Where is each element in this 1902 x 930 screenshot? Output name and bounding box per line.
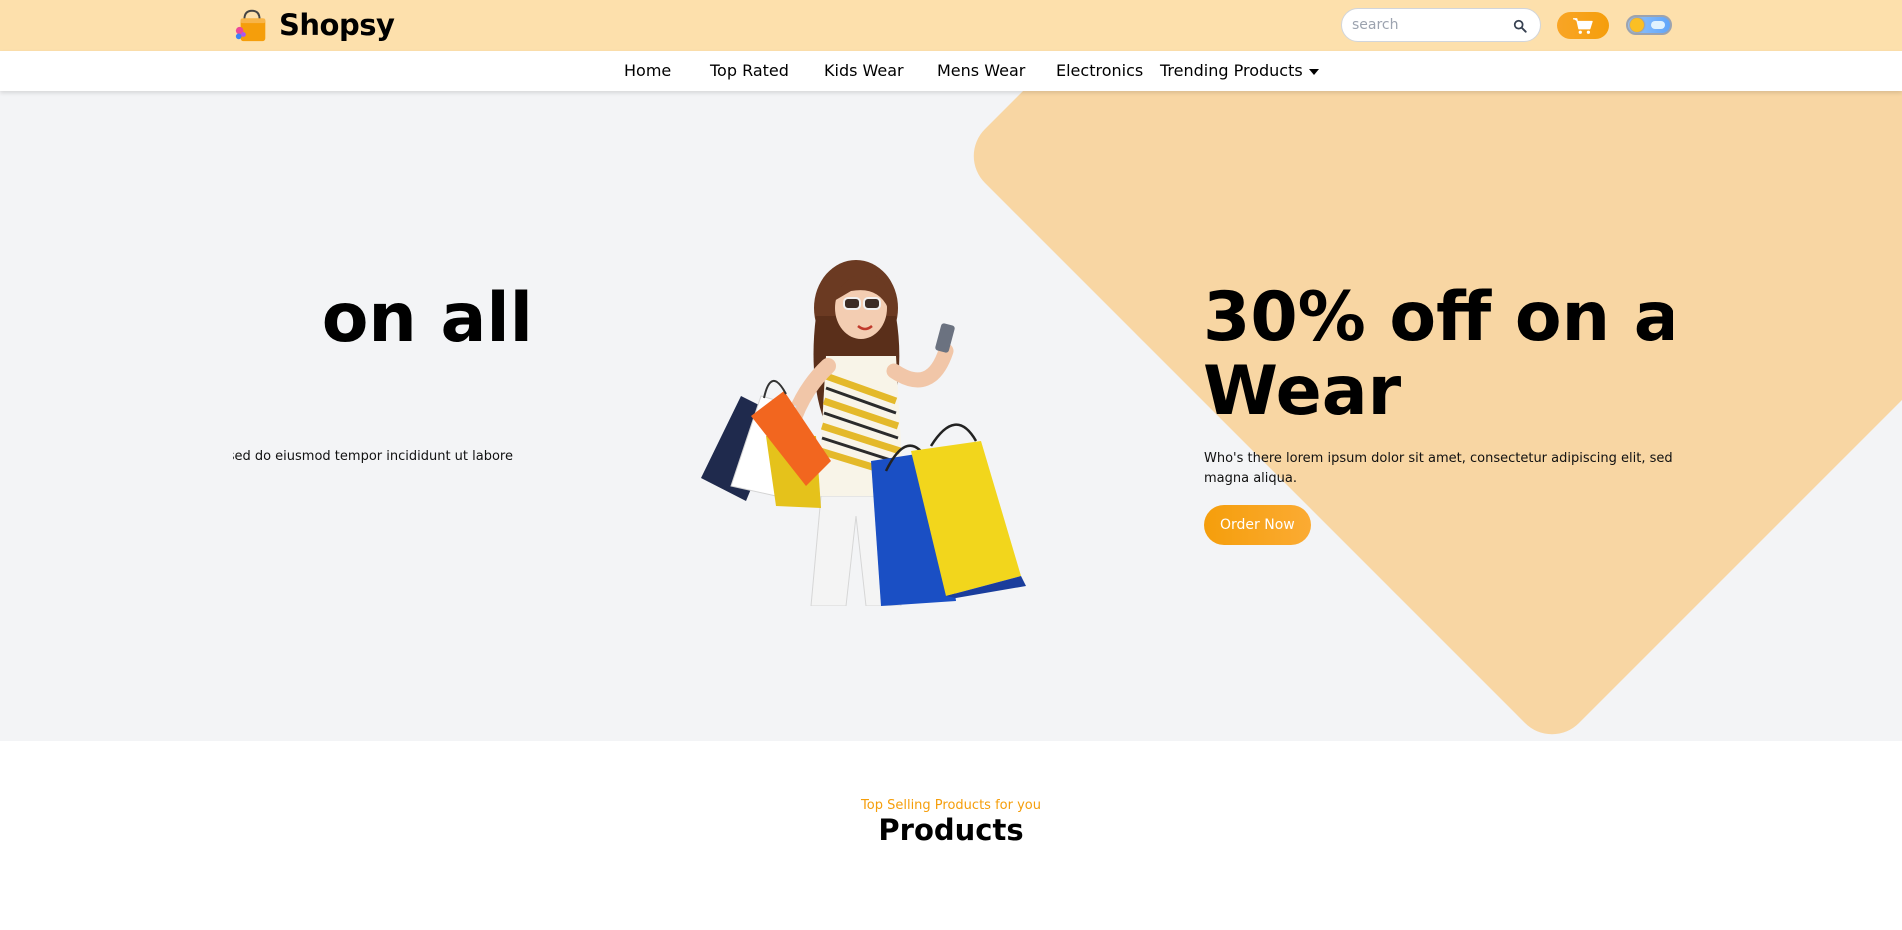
shopping-bag-logo-icon (235, 9, 266, 42)
main-nav: Home Top Rated Kids Wear Mens Wear Elect… (0, 51, 1902, 91)
chevron-down-icon (1308, 68, 1319, 75)
hero-slider: on all sed do eiusmod tempor incididunt … (233, 91, 1673, 741)
nav-item-top-rated[interactable]: Top Rated (710, 51, 789, 91)
products-subtitle: Top Selling Products for you (861, 798, 1041, 813)
hero-description: Who's there lorem ipsum dolor sit amet, … (1204, 451, 1673, 486)
search-box[interactable] (1341, 8, 1541, 42)
sun-icon (1630, 18, 1644, 32)
nav-item-trending-label: Trending Products (1160, 61, 1303, 80)
search-input[interactable] (1342, 9, 1540, 41)
top-bar: Shopsy (0, 0, 1902, 51)
nav-item-home[interactable]: Home (624, 51, 671, 91)
hero-shopping-woman-image (701, 260, 1026, 606)
hero-title: 30% off on all Wear (1203, 278, 1673, 431)
brand-logo[interactable]: Shopsy (233, 5, 395, 45)
nav-item-electronics[interactable]: Electronics (1056, 51, 1143, 91)
order-now-button[interactable]: Order Now (1204, 505, 1311, 545)
cart-button[interactable] (1557, 12, 1609, 39)
theme-toggle[interactable] (1626, 15, 1672, 35)
cloud-icon (1651, 21, 1665, 29)
nav-item-kids-wear[interactable]: Kids Wear (824, 51, 904, 91)
brand-name: Shopsy (279, 8, 395, 42)
search-icon[interactable] (1513, 19, 1527, 33)
nav-item-mens-wear[interactable]: Mens Wear (937, 51, 1025, 91)
products-heading: Products (878, 813, 1024, 847)
hero-banner: on all sed do eiusmod tempor incididunt … (0, 91, 1902, 741)
prev-slide-title: on all (321, 279, 533, 358)
prev-slide-description: sed do eiusmod tempor incididunt ut labo… (233, 449, 513, 464)
cart-icon (1573, 17, 1593, 34)
nav-item-trending-products[interactable]: Trending Products (1160, 51, 1319, 91)
products-section: Top Selling Products for you Products (0, 741, 1902, 930)
